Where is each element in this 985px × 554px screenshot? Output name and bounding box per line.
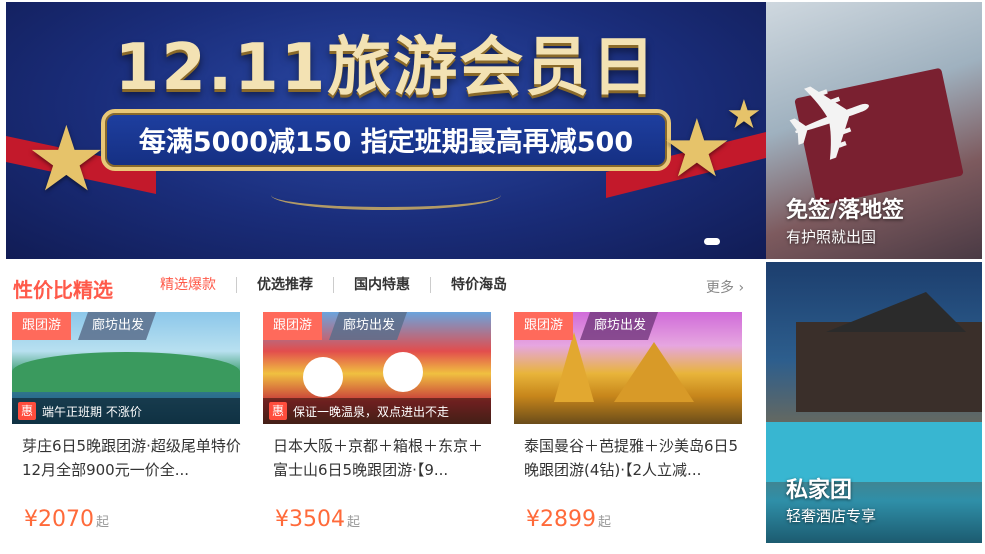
mascot-shape: [303, 357, 343, 397]
promo-banner[interactable]: 12.11旅游会员日 每满5000减150 指定班期最高再减500 ★ ★ ★: [6, 2, 766, 259]
section-tabs: 精选爆款 优选推荐 国内特惠 特价海岛: [160, 277, 527, 293]
island-shape: [12, 352, 240, 392]
star-icon: ★: [726, 92, 762, 138]
temple-shape: [554, 332, 594, 402]
tag-departure: 廊坊出发: [329, 312, 407, 340]
temple-shape: [614, 342, 694, 402]
promo-title: 私家团: [786, 478, 853, 503]
carousel-dot[interactable]: [704, 238, 720, 245]
promo-title: 免签/落地签: [786, 198, 905, 223]
product-image: 跟团游 廊坊出发 惠 保证一晚温泉，双点进出不走: [263, 312, 491, 424]
mascot-shape: [383, 352, 423, 392]
price-unit: 起: [96, 515, 110, 530]
promo-text: 保证一晚温泉，双点进出不走: [293, 404, 450, 419]
tag-tour-type: 跟团游: [514, 312, 574, 340]
page: 12.11旅游会员日 每满5000减150 指定班期最高再减500 ★ ★ ★ …: [0, 0, 985, 554]
tab-domestic[interactable]: 国内特惠: [333, 277, 430, 293]
price: ¥2899 起: [526, 507, 611, 532]
ornament: [271, 180, 501, 210]
discount-badge: 惠: [18, 402, 36, 420]
product-card[interactable]: 跟团游 廊坊出发 泰国曼谷＋芭提雅＋沙美岛6日5晚跟团游(4钻)·【2人立减..…: [514, 312, 742, 542]
price-unit: 起: [347, 515, 361, 530]
price-value: ¥2899: [526, 507, 596, 532]
section-title: 性价比精选: [13, 278, 113, 302]
star-icon: ★: [26, 107, 107, 212]
price-value: ¥2070: [24, 507, 94, 532]
discount-badge: 惠: [269, 402, 287, 420]
banner-title: 12.11旅游会员日: [114, 31, 658, 105]
tag-tour-type: 跟团游: [12, 312, 72, 340]
product-image: 跟团游 廊坊出发: [514, 312, 742, 424]
villa-image: [796, 322, 982, 412]
price-value: ¥3504: [275, 507, 345, 532]
price-unit: 起: [598, 515, 612, 530]
product-title[interactable]: 日本大阪＋京都＋箱根＋东京＋富士山6日5晚跟团游·【9...: [273, 434, 493, 482]
promo-strip: 惠 端午正班期 不涨价: [12, 398, 240, 424]
promo-text: 端午正班期 不涨价: [42, 404, 142, 419]
villa-roof: [826, 292, 966, 332]
price: ¥2070 起: [24, 507, 109, 532]
promo-strip: 惠 保证一晚温泉，双点进出不走: [263, 398, 491, 424]
product-title[interactable]: 芽庄6日5晚跟团游·超级尾单特价12月全部900元一价全...: [22, 434, 242, 482]
promo-private-tour[interactable]: 私家团 轻奢酒店专享: [766, 262, 982, 543]
tag-departure: 廊坊出发: [78, 312, 156, 340]
promo-visa-free[interactable]: ✈ 免签/落地签 有护照就出国: [766, 2, 982, 259]
product-image: 跟团游 廊坊出发 惠 端午正班期 不涨价: [12, 312, 240, 424]
product-title[interactable]: 泰国曼谷＋芭提雅＋沙美岛6日5晚跟团游(4钻)·【2人立减...: [524, 434, 744, 482]
tab-recommended[interactable]: 优选推荐: [236, 277, 333, 293]
tag-departure: 廊坊出发: [580, 312, 658, 340]
promo-subtitle: 有护照就出国: [786, 228, 877, 246]
price: ¥3504 起: [275, 507, 360, 532]
more-link[interactable]: 更多 ›: [706, 277, 744, 297]
tag-tour-type: 跟团游: [263, 312, 323, 340]
product-card[interactable]: 跟团游 廊坊出发 惠 端午正班期 不涨价 芽庄6日5晚跟团游·超级尾单特价12月…: [12, 312, 242, 542]
tab-featured[interactable]: 精选爆款: [160, 277, 236, 293]
tab-island[interactable]: 特价海岛: [430, 277, 527, 293]
banner-subtitle: 每满5000减150 指定班期最高再减500: [138, 127, 634, 158]
product-card[interactable]: 跟团游 廊坊出发 惠 保证一晚温泉，双点进出不走 日本大阪＋京都＋箱根＋东京＋富…: [263, 312, 491, 542]
star-icon: ★: [661, 102, 733, 195]
promo-subtitle: 轻奢酒店专享: [786, 507, 877, 525]
